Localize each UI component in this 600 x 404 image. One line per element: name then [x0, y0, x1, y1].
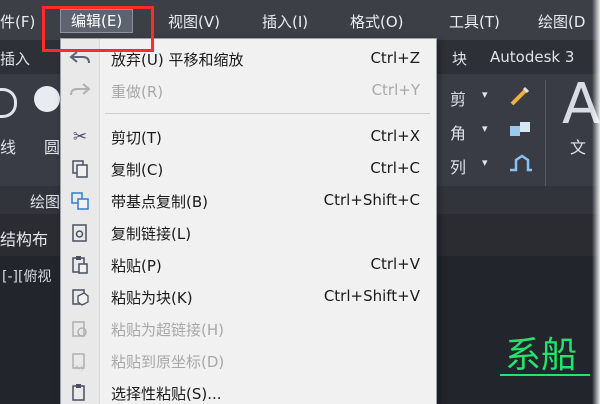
menu-item-shortcut: Ctrl+C [370, 159, 420, 177]
ribbon-text-label[interactable]: 文 [570, 134, 586, 158]
polyline-icon[interactable] [0, 88, 17, 118]
chevron-down-icon[interactable]: ▾ [482, 88, 488, 101]
menu-separator [105, 113, 430, 114]
canvas-text-object[interactable]: 系船 [505, 326, 577, 378]
menu-view[interactable]: 视图(V) [168, 11, 220, 33]
paste-as-block-icon [69, 287, 91, 307]
copy-base-point-icon [69, 191, 91, 211]
menu-item-shortcut: Ctrl+Y [371, 81, 420, 99]
menu-item-label: 剪切(T) [111, 129, 162, 147]
redo-icon [69, 81, 91, 101]
ribbon-trim-label[interactable]: 剪 [450, 86, 466, 110]
menu-item-label: 放弃(U) 平移和缩放 [111, 51, 244, 69]
paste-special-icon [69, 383, 91, 403]
menu-item-shortcut: Ctrl+Shift+C [323, 191, 420, 209]
viewport-label[interactable]: [-][俯视 [2, 266, 51, 286]
menu-item-label: 复制(C) [111, 161, 164, 179]
menu-item-paste-as-block[interactable]: 粘贴为块(K) Ctrl+Shift+V [61, 281, 436, 313]
menu-draw[interactable]: 绘图(D [538, 11, 585, 33]
menu-item-label: 带基点复制(B) [111, 193, 208, 211]
menu-item-shortcut: Ctrl+Shift+V [323, 287, 420, 305]
autocad-window: 件(F) 编辑(E) 视图(V) 插入(I) 格式(O) 工具(T) 绘图(D … [0, 0, 600, 404]
menu-item-shortcut: Ctrl+X [370, 127, 420, 145]
ribbon-line-label[interactable]: 线 [0, 134, 16, 158]
menu-item-copy-with-base-point[interactable]: 带基点复制(B) Ctrl+Shift+C [61, 185, 436, 217]
undo-icon [69, 49, 91, 69]
highlight-box [42, 6, 154, 52]
menu-item-label: 重做(R) [111, 83, 164, 101]
copy-link-icon [69, 223, 91, 243]
menu-item-copy-link[interactable]: 复制链接(L) [61, 217, 436, 249]
paste-icon [69, 255, 91, 275]
stretch-icon[interactable] [508, 152, 534, 174]
canvas-underline [500, 374, 590, 376]
menu-item-label: 选择性粘贴(S)... [111, 385, 222, 403]
match-properties-icon[interactable] [508, 84, 532, 108]
menu-tools[interactable]: 工具(T) [449, 11, 500, 33]
menu-item-cut[interactable]: ✂ 剪切(T) Ctrl+X [61, 121, 436, 153]
menu-item-shortcut: Ctrl+Z [370, 49, 420, 67]
menu-item-label: 粘贴(P) [111, 257, 162, 275]
scissors-icon: ✂ [72, 127, 88, 147]
ribbon-circle-label[interactable]: 圆 [44, 134, 60, 158]
menu-item-paste[interactable]: 粘贴(P) Ctrl+V [61, 249, 436, 281]
chevron-down-icon[interactable]: ▾ [482, 122, 488, 135]
ribbon-tab-insert[interactable]: 插入 [0, 48, 30, 69]
chevron-down-icon[interactable]: ▾ [482, 156, 488, 169]
group-icon[interactable] [508, 118, 534, 140]
menu-insert[interactable]: 插入(I) [262, 11, 308, 33]
ribbon-fillet-label[interactable]: 角 [450, 120, 466, 144]
ribbon-tab-autodesk[interactable]: Autodesk 3 [490, 48, 574, 66]
menu-item-shortcut: Ctrl+V [370, 255, 420, 273]
menu-file[interactable]: 件(F) [0, 11, 35, 33]
circle-icon[interactable] [34, 86, 60, 112]
menu-item-label: 粘贴为超链接(H) [111, 321, 224, 339]
paste-original-coords-icon: x,y [69, 351, 91, 371]
menu-item-paste-special[interactable]: 选择性粘贴(S)... [61, 377, 436, 404]
paste-hyperlink-icon [69, 319, 91, 339]
menu-item-label: 复制链接(L) [111, 225, 192, 243]
menu-item-redo[interactable]: 重做(R) Ctrl+Y [61, 75, 436, 107]
document-tab[interactable]: 结构布 [0, 226, 48, 250]
menu-item-paste-to-original-coordinates[interactable]: x,y 粘贴到原坐标(D) [61, 345, 436, 377]
menu-item-label: 粘贴为块(K) [111, 289, 193, 307]
menu-item-copy[interactable]: 复制(C) Ctrl+C [61, 153, 436, 185]
ribbon-array-label[interactable]: 列 [450, 154, 466, 178]
edit-menu-dropdown: 放弃(U) 平移和缩放 Ctrl+Z 重做(R) Ctrl+Y ✂ 剪切(T) … [60, 38, 437, 404]
menu-item-paste-as-hyperlink[interactable]: 粘贴为超链接(H) [61, 313, 436, 345]
screenshot-edge-fade [592, 0, 600, 404]
svg-text:x,y: x,y [75, 364, 84, 371]
menu-item-label: 粘贴到原坐标(D) [111, 353, 225, 371]
draw-panel-label[interactable]: 绘图 [30, 191, 60, 212]
ribbon-tab-block[interactable]: 块 [452, 48, 467, 69]
menu-format[interactable]: 格式(O) [350, 11, 404, 33]
copy-icon [69, 159, 91, 179]
